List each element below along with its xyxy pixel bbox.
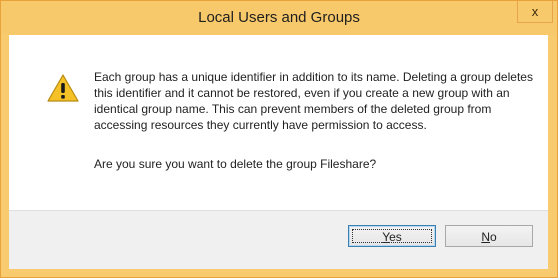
no-button[interactable]: No	[445, 225, 533, 247]
button-bar: Yes No	[9, 210, 548, 269]
warning-message: Each group has a unique identifier in ad…	[94, 70, 533, 132]
no-mnemonic: N	[481, 230, 490, 244]
title-bar[interactable]: Local Users and Groups x	[1, 1, 557, 35]
close-icon: x	[531, 4, 539, 19]
yes-button[interactable]: Yes	[348, 225, 436, 247]
close-button[interactable]: x	[517, 1, 553, 23]
warning-icon	[47, 74, 79, 102]
focus-rectangle	[352, 229, 432, 243]
confirmation-question: Are you sure you want to delete the grou…	[94, 157, 377, 171]
dialog-title: Local Users and Groups	[198, 9, 360, 26]
dialog-content: Each group has a unique identifier in ad…	[9, 35, 548, 269]
dialog-window: Local Users and Groups x Each group has …	[0, 0, 558, 278]
no-label-rest: o	[489, 230, 497, 244]
